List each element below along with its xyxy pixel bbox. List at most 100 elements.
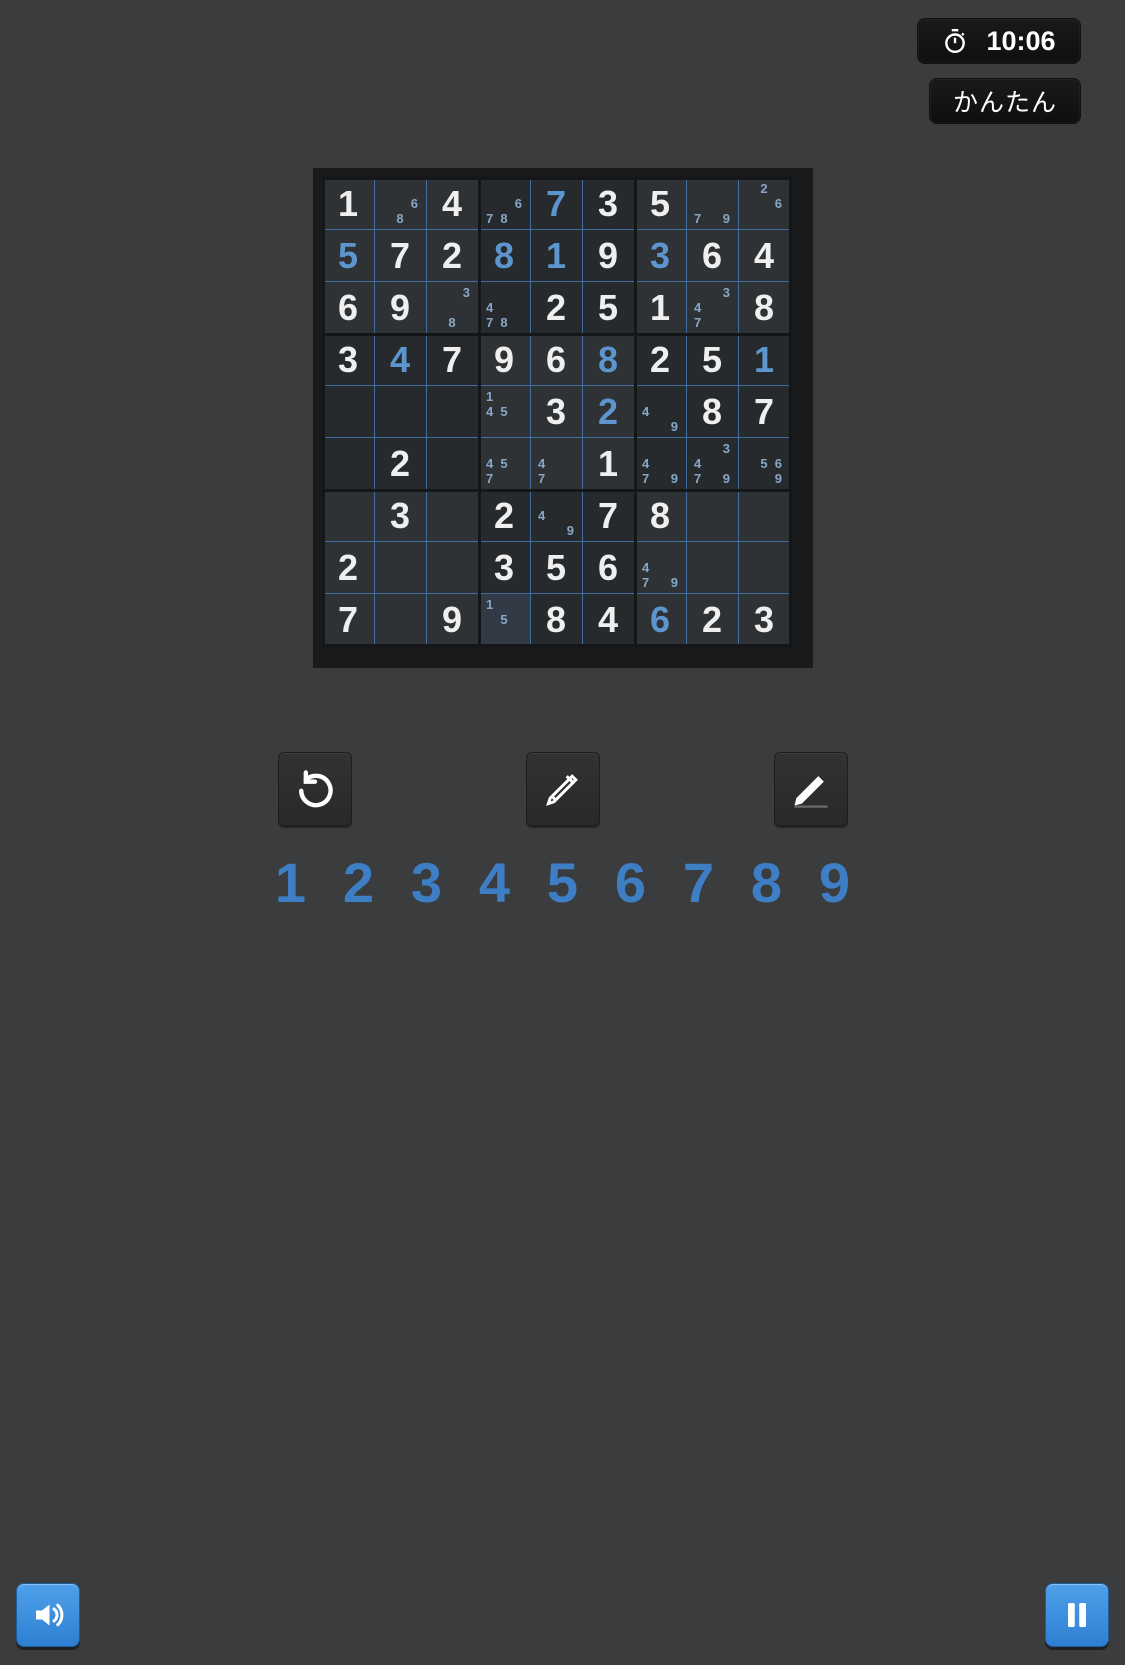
cell-r3-c6[interactable]: 2 [635,334,687,386]
cell-r0-c4[interactable]: 7 [531,178,583,230]
cell-value: 2 [598,394,618,430]
cell-r2-c0[interactable]: 6 [323,282,375,334]
cell-r3-c2[interactable]: 7 [427,334,479,386]
cell-value: 2 [650,342,670,378]
number-key-8[interactable]: 8 [739,850,795,915]
cell-r3-c8[interactable]: 1 [739,334,791,386]
cell-r7-c7[interactable] [687,542,739,594]
cell-r4-c5[interactable]: 2 [583,386,635,438]
cell-r6-c5[interactable]: 7 [583,490,635,542]
cell-r1-c6[interactable]: 3 [635,230,687,282]
cell-r1-c5[interactable]: 9 [583,230,635,282]
undo-button[interactable] [278,752,352,826]
pencil-toggle-button[interactable] [526,752,600,826]
number-key-9[interactable]: 9 [807,850,863,915]
cell-r1-c0[interactable]: 5 [323,230,375,282]
cell-r5-c8[interactable]: 569 [739,438,791,490]
cell-r6-c3[interactable]: 2 [479,490,531,542]
cell-r3-c0[interactable]: 3 [323,334,375,386]
cell-r2-c1[interactable]: 9 [375,282,427,334]
cell-r2-c8[interactable]: 8 [739,282,791,334]
cell-value: 1 [546,238,566,274]
cell-r4-c1[interactable] [375,386,427,438]
cell-r8-c7[interactable]: 2 [687,594,739,646]
cell-r1-c8[interactable]: 4 [739,230,791,282]
cell-r1-c4[interactable]: 1 [531,230,583,282]
cell-r3-c5[interactable]: 8 [583,334,635,386]
cell-r0-c7[interactable]: 79 [687,178,739,230]
cell-r2-c3[interactable]: 478 [479,282,531,334]
cell-r0-c2[interactable]: 4 [427,178,479,230]
cell-r5-c0[interactable] [323,438,375,490]
cell-r5-c5[interactable]: 1 [583,438,635,490]
cell-r1-c7[interactable]: 6 [687,230,739,282]
cell-r0-c5[interactable]: 3 [583,178,635,230]
cell-r6-c6[interactable]: 8 [635,490,687,542]
cell-r2-c5[interactable]: 5 [583,282,635,334]
cell-r4-c3[interactable]: 145 [479,386,531,438]
cell-r5-c3[interactable]: 457 [479,438,531,490]
cell-r7-c2[interactable] [427,542,479,594]
cell-r5-c2[interactable] [427,438,479,490]
cell-r8-c6[interactable]: 6 [635,594,687,646]
cell-r6-c2[interactable] [427,490,479,542]
cell-r8-c0[interactable]: 7 [323,594,375,646]
cell-r8-c2[interactable]: 9 [427,594,479,646]
cell-r2-c6[interactable]: 1 [635,282,687,334]
number-key-4[interactable]: 4 [467,850,523,915]
pencil-marks: 479 [639,545,682,590]
cell-r5-c6[interactable]: 479 [635,438,687,490]
cell-r7-c5[interactable]: 6 [583,542,635,594]
number-key-7[interactable]: 7 [671,850,727,915]
cell-r1-c1[interactable]: 7 [375,230,427,282]
cell-r2-c4[interactable]: 2 [531,282,583,334]
cell-r8-c1[interactable] [375,594,427,646]
cell-r3-c7[interactable]: 5 [687,334,739,386]
cell-r2-c2[interactable]: 38 [427,282,479,334]
cell-r4-c6[interactable]: 49 [635,386,687,438]
number-key-2[interactable]: 2 [331,850,387,915]
cell-r0-c8[interactable]: 26 [739,178,791,230]
cell-r0-c3[interactable]: 678 [479,178,531,230]
cell-r3-c4[interactable]: 6 [531,334,583,386]
cell-r4-c8[interactable]: 7 [739,386,791,438]
cell-r7-c8[interactable] [739,542,791,594]
cell-r1-c2[interactable]: 2 [427,230,479,282]
cell-r0-c6[interactable]: 5 [635,178,687,230]
cell-r8-c3[interactable]: 15 [479,594,531,646]
number-key-5[interactable]: 5 [535,850,591,915]
pause-button[interactable] [1045,1583,1109,1647]
cell-r4-c4[interactable]: 3 [531,386,583,438]
number-key-1[interactable]: 1 [263,850,319,915]
cell-r7-c0[interactable]: 2 [323,542,375,594]
cell-r8-c8[interactable]: 3 [739,594,791,646]
difficulty-pill[interactable]: かんたん [929,78,1081,124]
cell-r6-c7[interactable] [687,490,739,542]
cell-r4-c2[interactable] [427,386,479,438]
sound-button[interactable] [16,1583,80,1647]
pen-write-button[interactable] [774,752,848,826]
cell-r8-c5[interactable]: 4 [583,594,635,646]
cell-r2-c7[interactable]: 347 [687,282,739,334]
cell-r4-c7[interactable]: 8 [687,386,739,438]
cell-r6-c8[interactable] [739,490,791,542]
cell-r5-c1[interactable]: 2 [375,438,427,490]
cell-r3-c1[interactable]: 4 [375,334,427,386]
cell-r7-c3[interactable]: 3 [479,542,531,594]
cell-r6-c1[interactable]: 3 [375,490,427,542]
cell-r1-c3[interactable]: 8 [479,230,531,282]
cell-r7-c6[interactable]: 479 [635,542,687,594]
number-key-3[interactable]: 3 [399,850,455,915]
cell-r7-c4[interactable]: 5 [531,542,583,594]
cell-r0-c0[interactable]: 1 [323,178,375,230]
cell-r6-c4[interactable]: 49 [531,490,583,542]
cell-r0-c1[interactable]: 68 [375,178,427,230]
number-key-6[interactable]: 6 [603,850,659,915]
cell-r3-c3[interactable]: 9 [479,334,531,386]
cell-r8-c4[interactable]: 8 [531,594,583,646]
cell-r5-c4[interactable]: 47 [531,438,583,490]
cell-r4-c0[interactable] [323,386,375,438]
cell-r7-c1[interactable] [375,542,427,594]
cell-r5-c7[interactable]: 3479 [687,438,739,490]
cell-r6-c0[interactable] [323,490,375,542]
